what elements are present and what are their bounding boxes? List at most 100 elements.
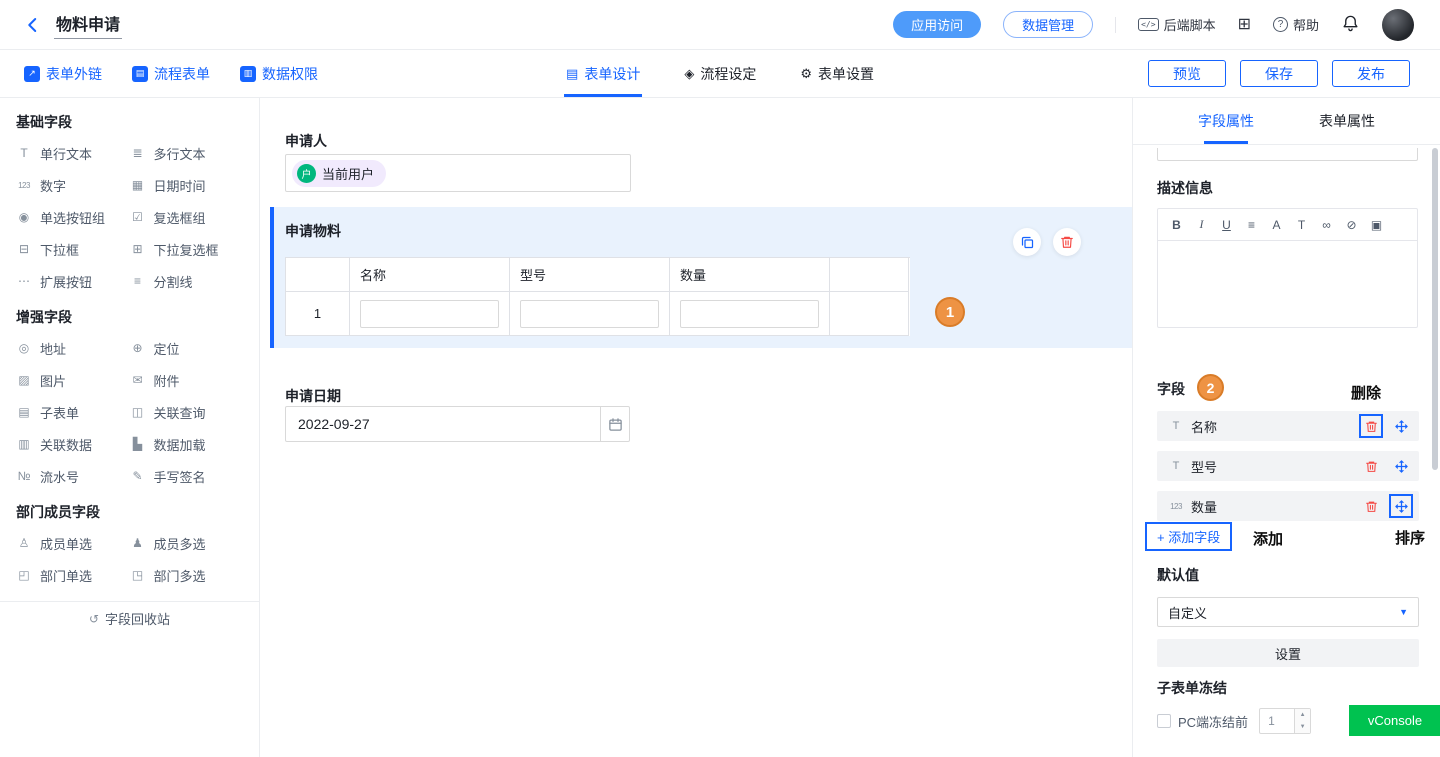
trash-icon xyxy=(1060,235,1074,249)
field-recycle-bin-button[interactable]: ↺ 字段回收站 xyxy=(0,601,259,635)
backend-script-button[interactable]: </> 后端脚本 xyxy=(1138,15,1215,34)
sidebar-item-serial-number[interactable]: №流水号 xyxy=(16,460,130,492)
sidebar-item-number[interactable]: 123数字 xyxy=(16,169,130,201)
sidebar-item-multi-line-text[interactable]: ≣多行文本 xyxy=(130,137,244,169)
sidebar-item-image[interactable]: ▨图片 xyxy=(16,364,130,396)
subform-column-row-model[interactable]: T 型号 xyxy=(1157,451,1419,481)
tab-form-setting[interactable]: ⚙ 表单设置 xyxy=(800,50,874,97)
sidebar-item-divider[interactable]: ≡分割线 xyxy=(130,265,244,297)
member-single-icon: ♙ xyxy=(16,536,32,550)
vconsole-button[interactable]: vConsole xyxy=(1349,705,1440,736)
tab-field-properties[interactable]: 字段属性 xyxy=(1198,98,1254,144)
user-avatar-icon: 户 xyxy=(297,164,316,183)
current-user-tag[interactable]: 户 当前用户 xyxy=(292,160,386,187)
delete-column-button[interactable] xyxy=(1359,454,1383,478)
sidebar-item-multi-select[interactable]: ⊞下拉复选框 xyxy=(130,233,244,265)
calendar-picker-button[interactable] xyxy=(601,406,630,442)
default-value-select[interactable]: 自定义 ▼ xyxy=(1157,597,1419,627)
sidebar-item-extend-button[interactable]: ⋯扩展按钮 xyxy=(16,265,130,297)
notification-bell-icon[interactable] xyxy=(1341,14,1360,36)
truncated-input[interactable] xyxy=(1157,148,1418,161)
data-manage-button[interactable]: 数据管理 xyxy=(1003,11,1093,38)
table-cell-input-name[interactable] xyxy=(360,300,499,328)
insert-image-icon[interactable]: ▣ xyxy=(1364,218,1389,232)
panel-tabs: 字段属性 表单属性 xyxy=(1133,98,1440,145)
link-icon[interactable]: ∞ xyxy=(1314,218,1339,232)
location-icon: ⊕ xyxy=(130,341,146,355)
unlink-icon[interactable]: ⊘ xyxy=(1339,218,1364,232)
sidebar-item-location[interactable]: ⊕定位 xyxy=(130,332,244,364)
delete-field-button[interactable] xyxy=(1053,228,1081,256)
bold-icon[interactable]: B xyxy=(1164,218,1189,232)
data-permission-button[interactable]: ▥ 数据权限 xyxy=(240,64,318,84)
italic-icon[interactable]: I xyxy=(1189,217,1214,232)
chevron-left-icon xyxy=(24,16,42,34)
freeze-count-stepper[interactable]: 1 ▲▼ xyxy=(1259,708,1311,734)
subform-column-row-name[interactable]: T 名称 xyxy=(1157,411,1419,441)
font-color-icon[interactable]: A xyxy=(1264,218,1289,232)
sidebar-item-linked-data[interactable]: ▥关联数据 xyxy=(16,428,130,460)
sidebar-item-dept-single[interactable]: ◰部门单选 xyxy=(16,559,130,591)
page-title[interactable]: 物料申请 xyxy=(54,11,122,39)
move-icon xyxy=(1394,499,1409,514)
duplicate-field-button[interactable] xyxy=(1013,228,1041,256)
panel-scrollbar[interactable] xyxy=(1432,148,1438,470)
sidebar-item-signature[interactable]: ✎手写签名 xyxy=(130,460,244,492)
form-external-link-button[interactable]: ↗ 表单外链 xyxy=(24,64,102,84)
editor-content[interactable] xyxy=(1158,241,1417,327)
table-cell-input-quantity[interactable] xyxy=(680,300,819,328)
item-label: 成员单选 xyxy=(40,534,92,553)
underline-icon[interactable]: U xyxy=(1214,218,1239,232)
step-up-icon[interactable]: ▲ xyxy=(1295,709,1310,721)
signature-icon: ✎ xyxy=(130,469,146,483)
font-size-icon[interactable]: T xyxy=(1289,218,1314,232)
back-button[interactable] xyxy=(24,16,42,34)
subform-column-row-quantity[interactable]: 123 数量 xyxy=(1157,491,1419,521)
tab-form-design[interactable]: ▤ 表单设计 xyxy=(566,50,640,97)
sidebar-item-member-single[interactable]: ♙ 成员单选 xyxy=(16,527,130,559)
sidebar-item-single-line-text[interactable]: T单行文本 xyxy=(16,137,130,169)
drag-column-handle[interactable] xyxy=(1389,454,1413,478)
sidebar-item-lookup-query[interactable]: ◫关联查询 xyxy=(130,396,244,428)
table-cell xyxy=(670,292,830,336)
trash-icon xyxy=(1365,500,1378,513)
settings-button[interactable]: 设置 xyxy=(1157,639,1419,667)
image-icon: ▨ xyxy=(16,373,32,387)
app-access-button[interactable]: 应用访问 xyxy=(893,11,981,38)
tab-process-setting[interactable]: ◈ 流程设定 xyxy=(684,50,756,97)
step-down-icon[interactable]: ▼ xyxy=(1295,721,1310,733)
drag-column-handle[interactable] xyxy=(1389,414,1413,438)
sidebar-item-member-multi[interactable]: ♟成员多选 xyxy=(130,527,244,559)
sidebar-item-attachment[interactable]: ✉附件 xyxy=(130,364,244,396)
code-icon: </> xyxy=(1138,18,1158,31)
sidebar-item-radio-group[interactable]: ◉单选按钮组 xyxy=(16,201,130,233)
form-canvas[interactable]: 申请人 户 当前用户 申请物料 名称 型号 数量 1 1 申 xyxy=(261,98,1132,757)
sidebar-item-address[interactable]: ◎地址 xyxy=(16,332,130,364)
sidebar-item-dept-multi[interactable]: ◳部门多选 xyxy=(130,559,244,591)
delete-column-button[interactable] xyxy=(1359,414,1383,438)
applicant-input[interactable]: 户 当前用户 xyxy=(285,154,631,192)
align-icon[interactable]: ≡ xyxy=(1239,218,1264,232)
delete-column-button[interactable] xyxy=(1359,494,1383,518)
stepper-buttons[interactable]: ▲▼ xyxy=(1294,709,1310,733)
table-cell-input-model[interactable] xyxy=(520,300,659,328)
preview-button[interactable]: 预览 xyxy=(1148,60,1226,87)
item-label: 下拉框 xyxy=(40,240,79,259)
sidebar-item-data-load[interactable]: ▙数据加载 xyxy=(130,428,244,460)
add-field-button[interactable]: + 添加字段 xyxy=(1157,527,1220,546)
pc-freeze-checkbox[interactable] xyxy=(1157,714,1171,728)
sidebar-item-datetime[interactable]: ▦日期时间 xyxy=(130,169,244,201)
save-button[interactable]: 保存 xyxy=(1240,60,1318,87)
avatar[interactable] xyxy=(1382,9,1414,41)
tab-form-properties[interactable]: 表单属性 xyxy=(1319,98,1375,144)
process-form-button[interactable]: ▤ 流程表单 xyxy=(132,64,210,84)
sidebar-item-subform[interactable]: ▤子表单 xyxy=(16,396,130,428)
drag-column-handle[interactable] xyxy=(1389,494,1413,518)
apps-icon[interactable]: ⊞ xyxy=(1238,17,1251,33)
publish-button[interactable]: 发布 xyxy=(1332,60,1410,87)
date-input[interactable]: 2022-09-27 xyxy=(285,406,601,442)
sidebar-item-select[interactable]: ⊟下拉框 xyxy=(16,233,130,265)
help-button[interactable]: ? 帮助 xyxy=(1273,15,1319,34)
subform-field-selected[interactable]: 申请物料 名称 型号 数量 1 1 xyxy=(270,207,1132,348)
sidebar-item-checkbox-group[interactable]: ☑复选框组 xyxy=(130,201,244,233)
